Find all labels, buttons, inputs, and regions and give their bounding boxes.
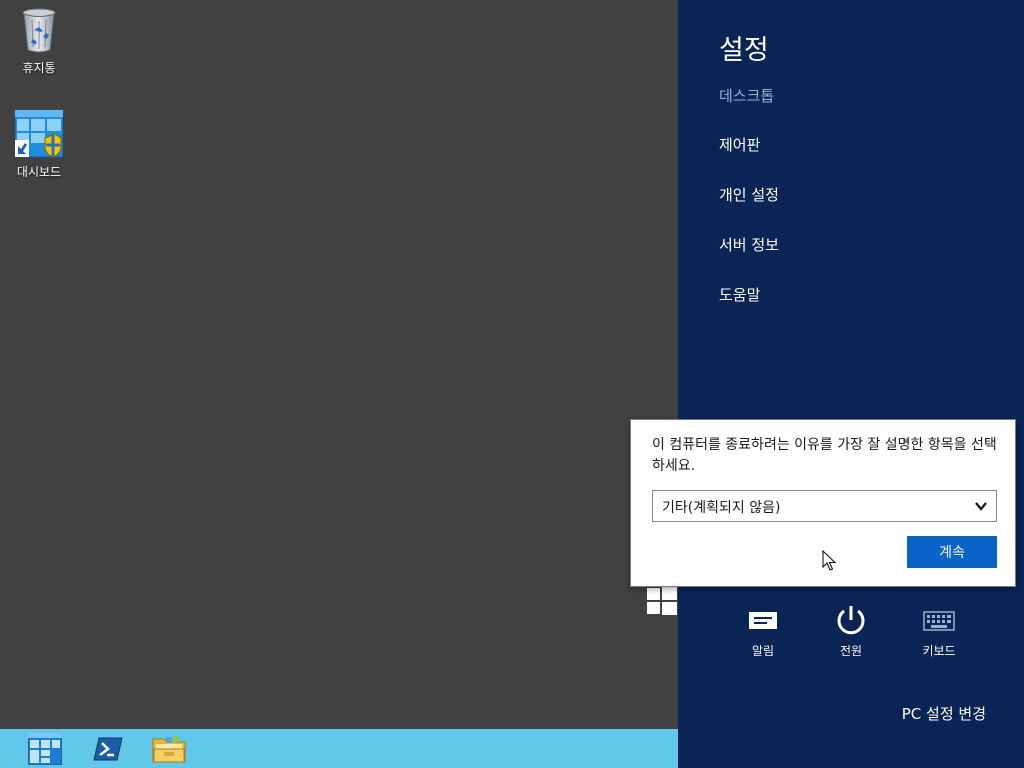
pane-context-label: 데스크톱	[719, 87, 775, 105]
recycle-bin-icon	[3, 6, 75, 57]
taskbar-powershell-button[interactable]	[85, 731, 131, 767]
settings-link-control-panel[interactable]: 제어판	[719, 134, 760, 155]
notifications-icon	[728, 603, 798, 637]
taskbar-file-explorer-button[interactable]	[146, 731, 192, 767]
settings-link-help[interactable]: 도움말	[719, 284, 760, 305]
dashboard-shortcut-icon	[3, 109, 75, 161]
keyboard-label: 키보드	[922, 644, 956, 658]
windows-logo-icon	[647, 587, 677, 615]
power-label: 전원	[839, 644, 863, 658]
powershell-icon	[93, 737, 123, 761]
shutdown-reason-value: 기타(계획되지 않음)	[662, 500, 781, 516]
desktop-icon-label: 대시보드	[16, 165, 62, 179]
shutdown-reason-dropdown[interactable]: 기타(계획되지 않음)	[652, 490, 997, 522]
folder-icon	[152, 736, 186, 763]
settings-link-personalization[interactable]: 개인 설정	[719, 184, 779, 205]
start-tiles-icon	[28, 733, 62, 765]
notifications-button[interactable]: 알림	[728, 603, 798, 659]
notifications-label: 알림	[751, 644, 775, 658]
taskbar-server-manager-button[interactable]	[22, 731, 68, 767]
settings-link-server-info[interactable]: 서버 정보	[719, 234, 779, 255]
pane-title: 설정	[719, 35, 769, 66]
start-hotspot[interactable]	[645, 586, 679, 616]
shutdown-reason-flyout: 이 컴퓨터를 종료하려는 이유를 가장 잘 설명한 항목을 선택하세요. 기타(…	[630, 419, 1016, 587]
settings-charm-pane: 설정 데스크톱 제어판 개인 설정 서버 정보 도움말 알림 전원 키보드 PC…	[678, 0, 1024, 768]
desktop-screen: 휴지통 대시보드 설정 데스크톱 제어판 개인 설정 서버 정보 도움말 알림 …	[0, 0, 1024, 768]
chevron-down-icon	[975, 502, 987, 511]
power-icon	[816, 603, 886, 637]
change-pc-settings-link[interactable]: PC 설정 변경	[902, 703, 986, 724]
shutdown-reason-prompt: 이 컴퓨터를 종료하려는 이유를 가장 잘 설명한 항목을 선택하세요.	[652, 437, 997, 474]
desktop-icon-label: 휴지통	[22, 61, 56, 75]
keyboard-button[interactable]: 키보드	[904, 603, 974, 659]
continue-button[interactable]: 계속	[907, 536, 997, 568]
power-button[interactable]: 전원	[816, 603, 886, 659]
desktop-icon-dashboard[interactable]: 대시보드	[3, 109, 75, 179]
taskbar	[0, 729, 678, 768]
keyboard-icon	[904, 603, 974, 637]
desktop-icon-recycle-bin[interactable]: 휴지통	[3, 6, 75, 75]
